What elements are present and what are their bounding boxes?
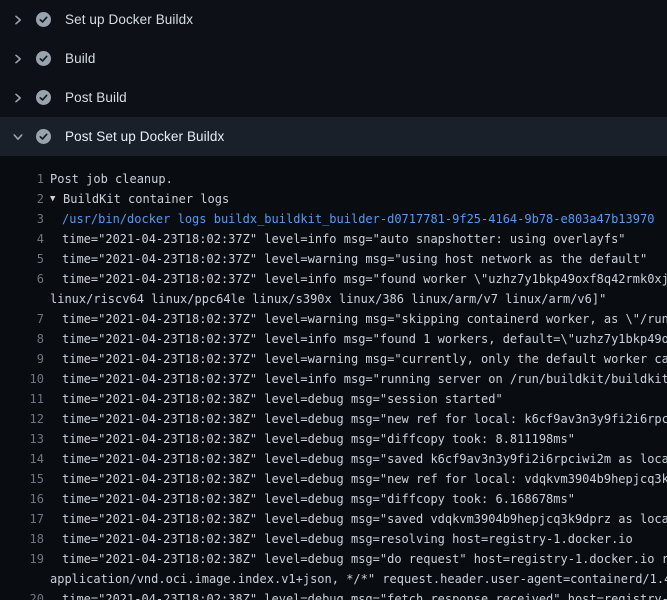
log-text: time="2021-04-23T18:02:37Z" level=warnin… bbox=[44, 349, 667, 369]
log-line: 14 time="2021-04-23T18:02:38Z" level=deb… bbox=[0, 449, 667, 469]
log-line: 2 ▼BuildKit container logs bbox=[0, 189, 667, 209]
log-text: time="2021-04-23T18:02:38Z" level=debug … bbox=[44, 429, 575, 449]
log-text: time="2021-04-23T18:02:38Z" level=debug … bbox=[44, 489, 575, 509]
log-line: 3 /usr/bin/docker logs buildx_buildkit_b… bbox=[0, 209, 667, 229]
log-line: 11 time="2021-04-23T18:02:38Z" level=deb… bbox=[0, 389, 667, 409]
check-circle-icon bbox=[36, 90, 52, 105]
check-circle-icon bbox=[36, 51, 52, 66]
log-text: ▼BuildKit container logs bbox=[44, 189, 229, 209]
log-text: time="2021-04-23T18:02:38Z" level=debug … bbox=[44, 469, 667, 489]
step-row[interactable]: Post Build bbox=[0, 78, 667, 117]
log-line: application/vnd.oci.image.index.v1+json,… bbox=[0, 569, 667, 589]
log-text: time="2021-04-23T18:02:38Z" level=debug … bbox=[44, 549, 667, 569]
step-row[interactable]: Post Set up Docker Buildx bbox=[0, 117, 667, 156]
collapse-toggle-icon[interactable]: ▼ bbox=[50, 189, 63, 209]
log-text: time="2021-04-23T18:02:37Z" level=warnin… bbox=[44, 309, 667, 329]
log-line: 10 time="2021-04-23T18:02:37Z" level=inf… bbox=[0, 369, 667, 389]
log-text: time="2021-04-23T18:02:38Z" level=debug … bbox=[44, 529, 633, 549]
log-text: time="2021-04-23T18:02:37Z" level=info m… bbox=[44, 269, 667, 289]
log-line: 5 time="2021-04-23T18:02:37Z" level=warn… bbox=[0, 249, 667, 269]
chevron-icon[interactable] bbox=[10, 131, 26, 143]
log-text: time="2021-04-23T18:02:38Z" level=debug … bbox=[44, 449, 667, 469]
log-line: 19 time="2021-04-23T18:02:38Z" level=deb… bbox=[0, 549, 667, 569]
log-text: Post job cleanup. bbox=[44, 169, 173, 189]
line-number[interactable]: 12 bbox=[0, 409, 44, 429]
chevron-icon[interactable] bbox=[10, 53, 26, 65]
log-line: 6 time="2021-04-23T18:02:37Z" level=info… bbox=[0, 269, 667, 289]
log-text: linux/riscv64 linux/ppc64le linux/s390x … bbox=[44, 289, 606, 309]
log-line: 4 time="2021-04-23T18:02:37Z" level=info… bbox=[0, 229, 667, 249]
line-number[interactable] bbox=[0, 569, 44, 589]
log-line: 9 time="2021-04-23T18:02:37Z" level=warn… bbox=[0, 349, 667, 369]
step-label: Post Set up Docker Buildx bbox=[65, 129, 224, 144]
log-line: 15 time="2021-04-23T18:02:38Z" level=deb… bbox=[0, 469, 667, 489]
step-row[interactable]: Set up Docker Buildx bbox=[0, 0, 667, 39]
line-number[interactable]: 4 bbox=[0, 229, 44, 249]
line-number[interactable]: 20 bbox=[0, 589, 44, 600]
log-text: time="2021-04-23T18:02:38Z" level=debug … bbox=[44, 589, 667, 600]
log-line: 7 time="2021-04-23T18:02:37Z" level=warn… bbox=[0, 309, 667, 329]
log-area: 1 Post job cleanup. 2 ▼BuildKit containe… bbox=[0, 156, 667, 600]
line-number[interactable] bbox=[0, 289, 44, 309]
line-number[interactable]: 13 bbox=[0, 429, 44, 449]
log-text: time="2021-04-23T18:02:37Z" level=info m… bbox=[44, 369, 667, 389]
log-text: time="2021-04-23T18:02:38Z" level=debug … bbox=[44, 509, 667, 529]
line-number[interactable]: 3 bbox=[0, 209, 44, 229]
log-text: time="2021-04-23T18:02:37Z" level=info m… bbox=[44, 329, 667, 349]
line-number[interactable]: 8 bbox=[0, 329, 44, 349]
chevron-icon[interactable] bbox=[10, 14, 26, 26]
log-line: 18 time="2021-04-23T18:02:38Z" level=deb… bbox=[0, 529, 667, 549]
line-number[interactable]: 5 bbox=[0, 249, 44, 269]
check-circle-icon bbox=[36, 12, 52, 27]
log-text: time="2021-04-23T18:02:37Z" level=info m… bbox=[44, 229, 626, 249]
log-text: time="2021-04-23T18:02:38Z" level=debug … bbox=[44, 409, 667, 429]
log-line: 8 time="2021-04-23T18:02:37Z" level=info… bbox=[0, 329, 667, 349]
log-text: time="2021-04-23T18:02:37Z" level=warnin… bbox=[44, 249, 647, 269]
log-text: application/vnd.oci.image.index.v1+json,… bbox=[44, 569, 667, 589]
log-line: linux/riscv64 linux/ppc64le linux/s390x … bbox=[0, 289, 667, 309]
log-line: 17 time="2021-04-23T18:02:38Z" level=deb… bbox=[0, 509, 667, 529]
line-number[interactable]: 7 bbox=[0, 309, 44, 329]
line-number[interactable]: 17 bbox=[0, 509, 44, 529]
step-row[interactable]: Build bbox=[0, 39, 667, 78]
line-number[interactable]: 11 bbox=[0, 389, 44, 409]
log-line: 12 time="2021-04-23T18:02:38Z" level=deb… bbox=[0, 409, 667, 429]
log-text: /usr/bin/docker logs buildx_buildkit_bui… bbox=[44, 209, 654, 229]
step-label: Post Build bbox=[65, 90, 127, 105]
step-label: Build bbox=[65, 51, 96, 66]
log-text: time="2021-04-23T18:02:38Z" level=debug … bbox=[44, 389, 503, 409]
line-number[interactable]: 16 bbox=[0, 489, 44, 509]
chevron-icon[interactable] bbox=[10, 92, 26, 104]
steps-list: Set up Docker Buildx Build Post Buil bbox=[0, 0, 667, 156]
workflow-log-viewer: Set up Docker Buildx Build Post Buil bbox=[0, 0, 667, 600]
log-line: 20 time="2021-04-23T18:02:38Z" level=deb… bbox=[0, 589, 667, 600]
step-label: Set up Docker Buildx bbox=[65, 12, 193, 27]
line-number[interactable]: 14 bbox=[0, 449, 44, 469]
line-number[interactable]: 18 bbox=[0, 529, 44, 549]
line-number[interactable]: 6 bbox=[0, 269, 44, 289]
line-number[interactable]: 19 bbox=[0, 549, 44, 569]
line-number[interactable]: 9 bbox=[0, 349, 44, 369]
check-circle-icon bbox=[36, 129, 52, 144]
line-number[interactable]: 1 bbox=[0, 169, 44, 189]
log-line: 16 time="2021-04-23T18:02:38Z" level=deb… bbox=[0, 489, 667, 509]
log-line: 13 time="2021-04-23T18:02:38Z" level=deb… bbox=[0, 429, 667, 449]
log-line: 1 Post job cleanup. bbox=[0, 169, 667, 189]
line-number[interactable]: 10 bbox=[0, 369, 44, 389]
line-number[interactable]: 15 bbox=[0, 469, 44, 489]
line-number[interactable]: 2 bbox=[0, 189, 44, 209]
